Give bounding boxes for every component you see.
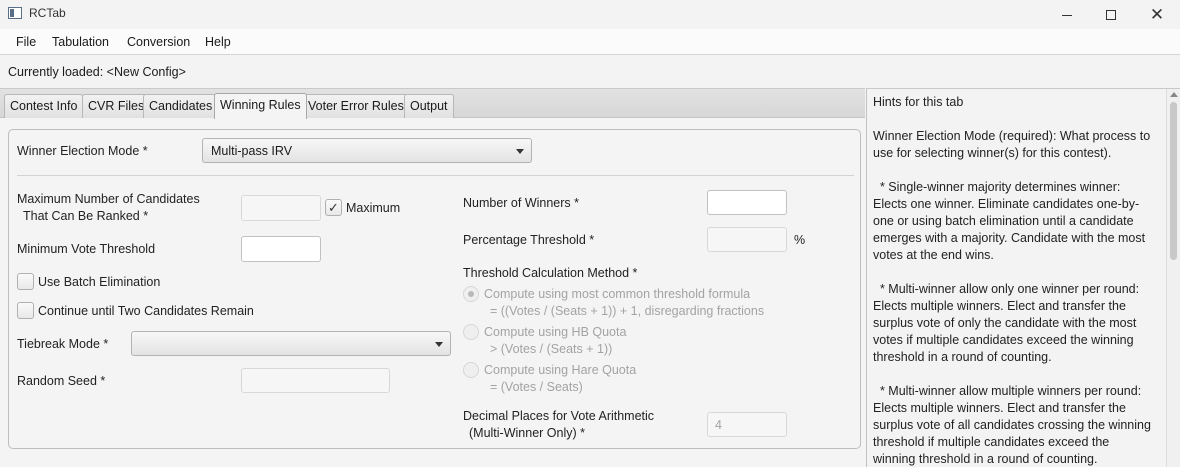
scroll-up-arrow-icon[interactable] (1170, 92, 1178, 97)
menu-bar: File Tabulation Conversion Help (0, 29, 1180, 55)
winner-mode-dropdown[interactable]: Multi-pass IRV (202, 138, 532, 163)
number-of-winners-field[interactable] (707, 190, 787, 215)
currently-loaded-label: Currently loaded: <New Config> (8, 65, 186, 79)
chevron-down-icon (516, 149, 524, 154)
hint-paragraph: * Single-winner majority determines winn… (873, 180, 1149, 262)
continue-two-candidates-label: Continue until Two Candidates Remain (38, 304, 254, 318)
menu-file[interactable]: File (16, 35, 36, 49)
winner-mode-label: Winner Election Mode * (17, 144, 148, 158)
random-seed-label: Random Seed * (17, 374, 106, 388)
menu-tabulation[interactable]: Tabulation (52, 35, 109, 49)
threshold-option-common-formula: = ((Votes / (Seats + 1)) + 1, disregardi… (490, 304, 765, 318)
batch-elimination-checkbox[interactable] (17, 273, 34, 290)
close-icon[interactable]: ✕ (1134, 0, 1180, 29)
tiebreak-mode-label: Tiebreak Mode * (17, 337, 109, 351)
number-of-winners-label: Number of Winners * (463, 196, 580, 210)
winning-rules-content: Winner Election Mode * Multi-pass IRV Ma… (0, 118, 865, 467)
max-candidates-field[interactable] (241, 195, 321, 221)
hints-text: Hints for this tab Winner Election Mode … (873, 94, 1153, 467)
max-candidates-label-line-2: That Can Be Ranked * (23, 209, 149, 223)
maximum-checkbox[interactable]: ✓ (325, 199, 342, 216)
hints-title: Hints for this tab (873, 95, 964, 109)
threshold-radio-hare-quota[interactable] (463, 362, 479, 378)
tab-contest-info[interactable]: Contest Info (4, 94, 84, 118)
tab-bar: Contest Info CVR Files Candidates Winnin… (0, 89, 865, 119)
hints-scrollbar[interactable] (1166, 89, 1180, 467)
title-bar: RCTab ✕ (0, 0, 1180, 29)
chevron-down-icon (435, 342, 443, 347)
percentage-threshold-field[interactable] (707, 227, 787, 252)
min-vote-threshold-field[interactable] (241, 236, 321, 262)
max-candidates-label-line-1: Maximum Number of Candidates (17, 192, 200, 206)
tab-output[interactable]: Output (404, 94, 454, 118)
scroll-thumb[interactable] (1170, 102, 1177, 260)
tiebreak-mode-dropdown[interactable] (131, 331, 451, 356)
tab-candidates[interactable]: Candidates (143, 94, 219, 118)
threshold-option-hb-label: Compute using HB Quota (484, 325, 627, 339)
threshold-method-label: Threshold Calculation Method * (463, 266, 638, 280)
threshold-radio-common[interactable] (463, 286, 479, 302)
hint-paragraph: Winner Election Mode (required): What pr… (873, 129, 1154, 160)
tab-voter-error-rules[interactable]: Voter Error Rules (302, 94, 410, 118)
maximum-checkbox-label: Maximum (346, 201, 401, 215)
config-pane: Contest Info CVR Files Candidates Winnin… (0, 88, 865, 467)
menu-help[interactable]: Help (205, 35, 231, 49)
threshold-option-hare-label: Compute using Hare Quota (484, 363, 637, 377)
app-icon (8, 7, 22, 19)
hint-paragraph: * Multi-winner allow multiple winners pe… (873, 384, 1155, 466)
random-seed-field[interactable] (241, 368, 390, 393)
percentage-threshold-label: Percentage Threshold * (463, 233, 595, 247)
threshold-option-hare-formula: = (Votes / Seats) (490, 380, 583, 394)
winning-rules-form: Winner Election Mode * Multi-pass IRV Ma… (8, 129, 861, 449)
min-vote-threshold-label: Minimum Vote Threshold (17, 242, 156, 256)
batch-elimination-label: Use Batch Elimination (38, 275, 161, 289)
decimal-places-label-line-1: Decimal Places for Vote Arithmetic (463, 409, 655, 423)
threshold-radio-hb-quota[interactable] (463, 324, 479, 340)
maximize-icon[interactable] (1088, 0, 1134, 29)
winner-mode-value: Multi-pass IRV (211, 144, 293, 158)
threshold-option-common-label: Compute using most common threshold form… (484, 287, 751, 301)
threshold-option-hb-formula: > (Votes / (Seats + 1)) (490, 342, 613, 356)
hint-paragraph: * Multi-winner allow only one winner per… (873, 282, 1143, 364)
window-title: RCTab (29, 6, 66, 20)
tab-winning-rules[interactable]: Winning Rules (214, 93, 307, 119)
continue-two-candidates-checkbox[interactable] (17, 302, 34, 319)
menu-conversion[interactable]: Conversion (127, 35, 190, 49)
decimal-places-field[interactable]: 4 (707, 412, 787, 437)
divider (17, 175, 854, 176)
tab-cvr-files[interactable]: CVR Files (82, 94, 151, 118)
percent-sign: % (794, 233, 806, 247)
decimal-places-label-line-2: (Multi-Winner Only) * (469, 426, 585, 440)
minimize-icon[interactable] (1044, 0, 1090, 29)
hints-pane: Hints for this tab Winner Election Mode … (866, 88, 1180, 467)
